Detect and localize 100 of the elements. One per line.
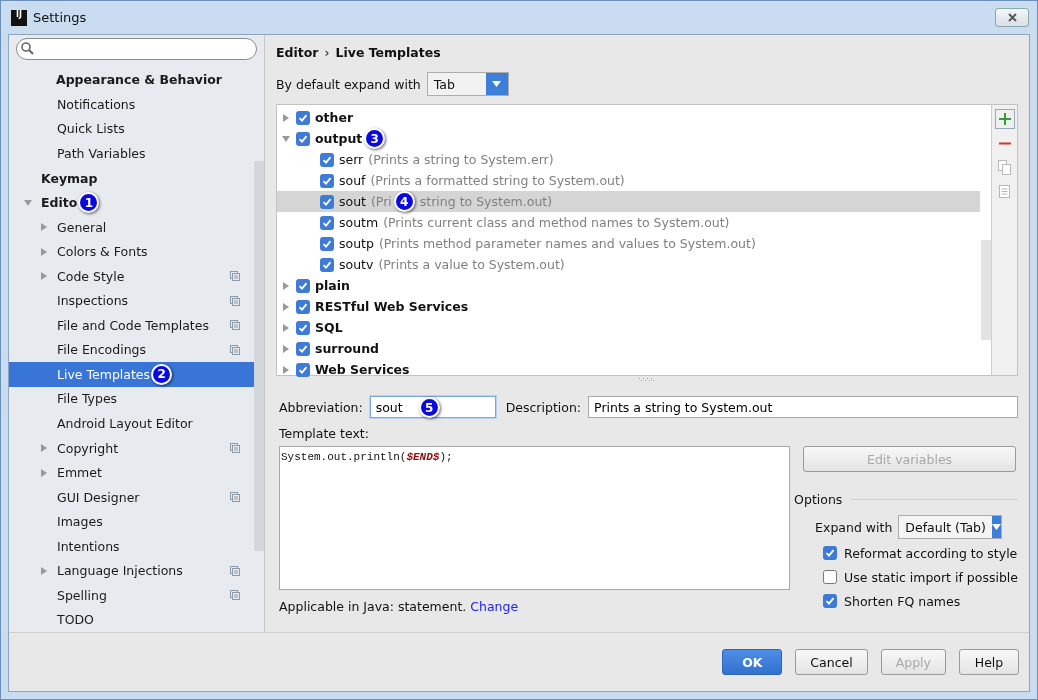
- collapse-arrow-icon[interactable]: [23, 197, 33, 208]
- template-group[interactable]: plain: [277, 275, 980, 296]
- template-group[interactable]: output 3: [277, 128, 980, 149]
- expand-arrow-icon[interactable]: [281, 301, 291, 312]
- sidebar-item[interactable]: Colors & Fonts: [9, 239, 254, 264]
- template-row[interactable]: sout (Pri 4 string to System.out): [277, 191, 980, 212]
- expand-default-dropdown[interactable]: Tab: [426, 72, 509, 96]
- template-row[interactable]: soutv (Prints a value to System.out): [277, 254, 980, 275]
- expand-arrow-icon[interactable]: [39, 565, 49, 576]
- expand-arrow-icon[interactable]: [39, 246, 49, 257]
- search-field[interactable]: [16, 38, 257, 60]
- sidebar-item[interactable]: Live Templates 2: [9, 362, 254, 387]
- sidebar-item-label: TODO: [57, 612, 94, 628]
- expand-arrow-icon[interactable]: [281, 322, 291, 333]
- template-name: soutp: [339, 236, 374, 251]
- template-row[interactable]: soutp (Prints method parameter names and values to System.out): [277, 233, 980, 254]
- sidebar-item-label: General: [57, 219, 107, 235]
- template-name: soutv: [339, 257, 374, 272]
- checkbox[interactable]: [296, 362, 310, 377]
- collapse-arrow-icon[interactable]: [281, 133, 291, 144]
- template-name: serr: [339, 152, 364, 167]
- checkbox[interactable]: [320, 152, 334, 167]
- close-button[interactable]: [995, 8, 1029, 27]
- expand-arrow-icon[interactable]: [39, 222, 49, 233]
- sidebar-item[interactable]: Path Variables: [9, 141, 254, 166]
- checkbox[interactable]: [320, 173, 334, 188]
- template-group[interactable]: other: [277, 107, 980, 128]
- expand-default-label: By default expand with: [276, 76, 421, 92]
- checkbox[interactable]: [823, 594, 838, 608]
- dialog-button[interactable]: OK: [722, 649, 783, 675]
- sidebar-item[interactable]: Appearance & Behavior: [9, 67, 254, 93]
- callout-badge: 2: [151, 363, 173, 385]
- checkbox[interactable]: [320, 236, 334, 251]
- expand-arrow-icon[interactable]: [39, 271, 49, 282]
- template-description: (Pri: [371, 194, 392, 209]
- plus-icon: [998, 113, 1011, 125]
- toolbar-button[interactable]: [994, 109, 1015, 129]
- template-row[interactable]: serr (Prints a string to System.err): [277, 149, 980, 170]
- template-text-editor[interactable]: System.out.println($END$);: [279, 446, 791, 590]
- search-icon: [21, 42, 34, 56]
- sidebar-item[interactable]: Inspections: [9, 288, 254, 313]
- sidebar-item[interactable]: Intentions: [9, 533, 254, 559]
- checkbox[interactable]: [296, 131, 310, 146]
- template-group[interactable]: SQL: [277, 317, 980, 338]
- sidebar-item[interactable]: GUI Designer: [9, 484, 254, 510]
- sidebar-item[interactable]: File and Code Templates: [9, 313, 254, 338]
- expand-with-label: Expand with: [815, 519, 893, 535]
- sidebar-item[interactable]: File Encodings: [9, 337, 254, 363]
- expand-arrow-icon[interactable]: [281, 364, 291, 375]
- expand-arrow-icon[interactable]: [281, 112, 291, 123]
- checkbox[interactable]: [296, 110, 310, 125]
- sidebar-item[interactable]: Images: [9, 509, 254, 534]
- sidebar-item[interactable]: Copyright: [9, 435, 254, 461]
- template-row[interactable]: soutm (Prints current class and method names to System.out): [277, 212, 980, 233]
- template-group-label: SQL: [315, 320, 343, 335]
- checkbox[interactable]: [320, 257, 334, 272]
- expand-with-dropdown[interactable]: Default (Tab): [898, 515, 1003, 539]
- sidebar-item[interactable]: Language Injections: [9, 558, 254, 584]
- sidebar-item[interactable]: General: [9, 214, 254, 240]
- change-link[interactable]: Change: [470, 599, 519, 614]
- checkbox-label: Use static import if possible: [844, 569, 1018, 585]
- checkbox[interactable]: [296, 299, 310, 314]
- sidebar-item[interactable]: Quick Lists: [9, 116, 254, 142]
- sidebar-item[interactable]: Emmet: [9, 460, 254, 485]
- sidebar-item-label: Appearance & Behavior: [56, 72, 222, 88]
- sidebar-item-label: Quick Lists: [57, 121, 125, 137]
- sidebar-item-label: File Types: [57, 391, 118, 407]
- dialog-button[interactable]: Cancel: [795, 649, 868, 675]
- checkbox[interactable]: [296, 278, 310, 293]
- template-group[interactable]: Web Services: [277, 359, 980, 380]
- template-text-label: Template text:: [279, 426, 370, 441]
- checkbox[interactable]: [296, 341, 310, 356]
- expand-arrow-icon[interactable]: [281, 343, 291, 354]
- sidebar-item[interactable]: Edito 1: [9, 190, 254, 215]
- checkbox[interactable]: [320, 194, 334, 209]
- description-field[interactable]: Prints a string to System.out: [588, 396, 1018, 418]
- sidebar-item[interactable]: Spelling: [9, 583, 254, 608]
- expand-arrow-icon[interactable]: [281, 280, 291, 291]
- caret-icon: [992, 524, 1002, 530]
- breadcrumb-item: Editor: [276, 44, 319, 60]
- template-description: (Prints current class and method names to System.out): [383, 215, 730, 230]
- sidebar-item[interactable]: Android Layout Editor: [9, 411, 254, 436]
- checkbox[interactable]: [320, 215, 334, 230]
- breadcrumb-item: Live Templates: [335, 44, 441, 60]
- sidebar-item[interactable]: TODO: [9, 607, 254, 633]
- template-group[interactable]: RESTful Web Services: [277, 296, 980, 317]
- expand-arrow-icon[interactable]: [39, 467, 49, 478]
- expand-arrow-icon[interactable]: [39, 443, 49, 453]
- sidebar-item[interactable]: Code Style: [9, 263, 254, 289]
- sidebar-item[interactable]: Keymap: [9, 165, 254, 191]
- checkbox[interactable]: [823, 546, 838, 560]
- sidebar-item-label: Emmet: [57, 465, 102, 481]
- checkbox[interactable]: [296, 320, 310, 335]
- dialog-button[interactable]: Help: [959, 649, 1019, 675]
- checkbox[interactable]: [823, 570, 838, 584]
- sidebar-item-label: Keymap: [41, 170, 98, 186]
- sidebar-item[interactable]: Notifications: [9, 92, 254, 117]
- sidebar-item[interactable]: File Types: [9, 386, 254, 412]
- template-group[interactable]: surround: [277, 338, 980, 359]
- template-row[interactable]: souf (Prints a formatted string to System.out): [277, 170, 980, 191]
